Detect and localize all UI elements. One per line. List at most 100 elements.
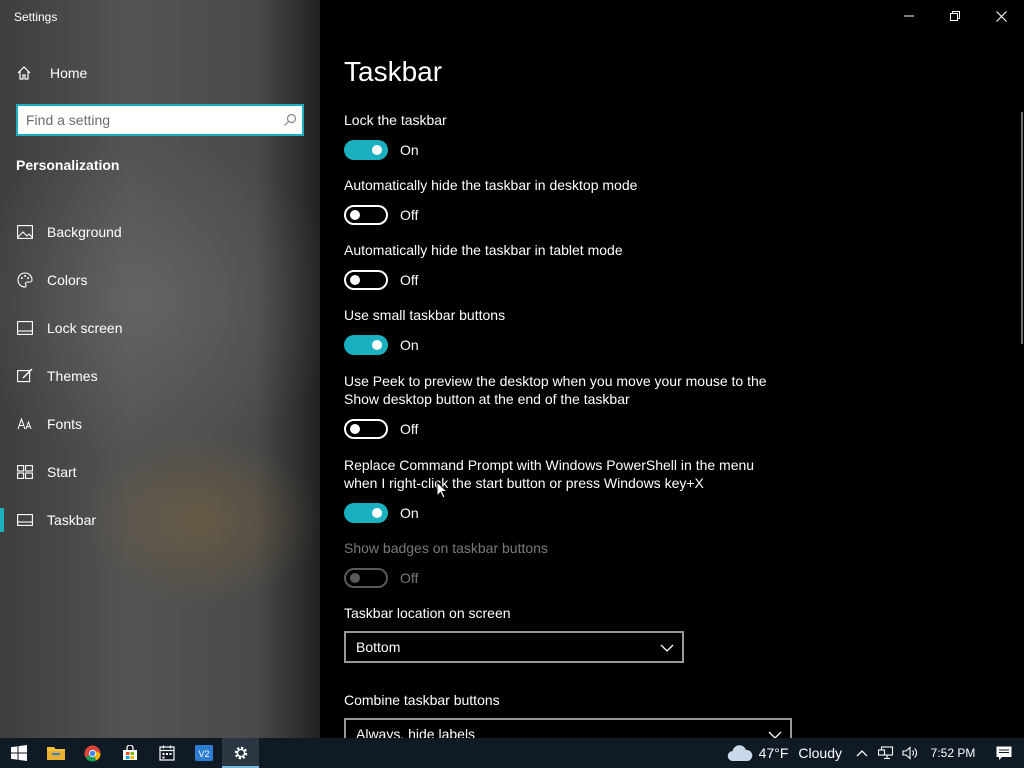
- sidebar-item-label: Taskbar: [47, 512, 97, 528]
- network-button[interactable]: [874, 746, 898, 760]
- mouse-cursor-icon: [436, 480, 449, 504]
- main-content: Taskbar Lock the taskbar On Automaticall…: [320, 0, 1024, 738]
- weather-widget[interactable]: 47°F Cloudy: [727, 744, 842, 762]
- setting-powershell: Replace Command Prompt with Windows Powe…: [344, 456, 764, 523]
- setting-label: Automatically hide the taskbar in tablet…: [344, 242, 623, 258]
- start-button[interactable]: [0, 738, 37, 768]
- setting-lock-taskbar: Lock the taskbar On: [344, 111, 784, 160]
- location-dropdown[interactable]: Bottom: [344, 631, 684, 663]
- setting-location: Taskbar location on screen Bottom: [344, 604, 684, 663]
- taskbar-icon: [16, 511, 34, 529]
- network-icon: [878, 746, 894, 760]
- sidebar-item-themes[interactable]: Themes: [0, 352, 320, 400]
- small-buttons-toggle[interactable]: On: [344, 335, 784, 355]
- toggle-switch[interactable]: [344, 335, 388, 355]
- setting-label: Replace Command Prompt with Windows Powe…: [344, 457, 755, 491]
- home-nav-item[interactable]: Home: [16, 62, 87, 84]
- cloud-icon: [727, 745, 752, 762]
- search-box: [16, 104, 304, 136]
- toggle-state: Off: [400, 421, 419, 437]
- setting-label: Automatically hide the taskbar in deskto…: [344, 177, 638, 193]
- restore-button[interactable]: [932, 0, 978, 32]
- store-icon: [122, 745, 137, 760]
- sidebar-item-background[interactable]: Background: [0, 208, 320, 256]
- setting-small-buttons: Use small taskbar buttons On: [344, 306, 784, 355]
- section-title: Personalization: [16, 157, 120, 173]
- autohide-desktop-toggle[interactable]: Off: [344, 205, 784, 225]
- sidebar-item-colors[interactable]: Colors: [0, 256, 320, 304]
- close-button[interactable]: [978, 0, 1024, 32]
- toggle-switch[interactable]: [344, 205, 388, 225]
- scrollbar[interactable]: [1021, 112, 1023, 344]
- file-explorer-icon: [46, 747, 65, 760]
- clock-time: 7:52 PM: [930, 746, 976, 760]
- store-button[interactable]: [111, 738, 148, 768]
- setting-autohide-tablet: Automatically hide the taskbar in tablet…: [344, 241, 784, 290]
- sidebar: Settings Home Personalization Background…: [0, 0, 320, 738]
- setting-label: Combine taskbar buttons: [344, 692, 500, 708]
- lock-screen-icon: [16, 319, 34, 337]
- action-center-button[interactable]: [984, 746, 1024, 761]
- chrome-button[interactable]: [74, 738, 111, 768]
- show-hidden-icons-button[interactable]: [850, 749, 874, 757]
- search-input[interactable]: [18, 106, 278, 134]
- speaker-icon: [902, 746, 917, 760]
- svg-text:V2: V2: [198, 749, 209, 759]
- sidebar-item-taskbar[interactable]: Taskbar: [0, 496, 320, 544]
- dropdown-value: Always, hide labels: [356, 726, 476, 738]
- weather-desc: Cloudy: [798, 745, 842, 761]
- vs-code-icon: V2: [194, 745, 213, 761]
- calendar-icon: [158, 745, 175, 761]
- setting-label: Lock the taskbar: [344, 112, 447, 128]
- sidebar-item-fonts[interactable]: Fonts: [0, 400, 320, 448]
- setting-peek: Use Peek to preview the desktop when you…: [344, 372, 784, 439]
- sidebar-item-label: Colors: [47, 272, 88, 288]
- autohide-tablet-toggle[interactable]: Off: [344, 270, 784, 290]
- settings-taskbar-button[interactable]: [222, 738, 259, 768]
- page-title: Taskbar: [344, 56, 443, 87]
- file-explorer-button[interactable]: [37, 738, 74, 768]
- toggle-state: On: [400, 505, 419, 521]
- badges-toggle: Off: [344, 568, 784, 588]
- minimize-button[interactable]: [886, 0, 932, 32]
- setting-label: Taskbar location on screen: [344, 605, 511, 621]
- lock-taskbar-toggle[interactable]: On: [344, 140, 784, 160]
- peek-toggle[interactable]: Off: [344, 419, 784, 439]
- setting-combine: Combine taskbar buttons Always, hide lab…: [344, 691, 792, 738]
- app-title: Settings: [14, 10, 58, 24]
- sidebar-item-lock-screen[interactable]: Lock screen: [0, 304, 320, 352]
- sidebar-item-start[interactable]: Start: [0, 448, 320, 496]
- sidebar-item-label: Start: [47, 464, 77, 480]
- sidebar-item-label: Fonts: [47, 416, 83, 432]
- combine-dropdown[interactable]: Always, hide labels: [344, 718, 792, 738]
- chevron-down-icon: [768, 726, 782, 738]
- sidebar-nav: Background Colors Lock screen Themes Fon…: [0, 208, 320, 544]
- toggle-switch[interactable]: [344, 503, 388, 523]
- palette-icon: [16, 271, 34, 289]
- font-icon: [16, 415, 34, 433]
- home-label: Home: [50, 65, 88, 81]
- sidebar-item-label: Themes: [47, 368, 98, 384]
- notifications-icon: [996, 746, 1012, 760]
- image-icon: [16, 223, 34, 241]
- windows-taskbar: V2 47°F Cloudy 7:52 PM: [0, 738, 1024, 768]
- chevron-down-icon: [660, 639, 674, 655]
- setting-label: Show badges on taskbar buttons: [344, 540, 548, 556]
- start-icon: [16, 463, 34, 481]
- calendar-button[interactable]: [148, 738, 185, 768]
- powershell-toggle[interactable]: On: [344, 503, 764, 523]
- toggle-switch[interactable]: [344, 270, 388, 290]
- search-icon[interactable]: [278, 113, 302, 127]
- brush-icon: [16, 367, 34, 385]
- toggle-state: Off: [400, 570, 419, 586]
- setting-label: Use small taskbar buttons: [344, 307, 506, 323]
- clock[interactable]: 7:52 PM: [922, 746, 984, 760]
- vs-code-button[interactable]: V2: [185, 738, 222, 768]
- setting-autohide-desktop: Automatically hide the taskbar in deskto…: [344, 176, 784, 225]
- sidebar-item-label: Lock screen: [47, 320, 123, 336]
- toggle-switch[interactable]: [344, 419, 388, 439]
- volume-button[interactable]: [898, 746, 922, 760]
- restore-icon: [950, 11, 960, 21]
- toggle-switch[interactable]: [344, 140, 388, 160]
- setting-label: Use Peek to preview the desktop when you…: [344, 373, 767, 407]
